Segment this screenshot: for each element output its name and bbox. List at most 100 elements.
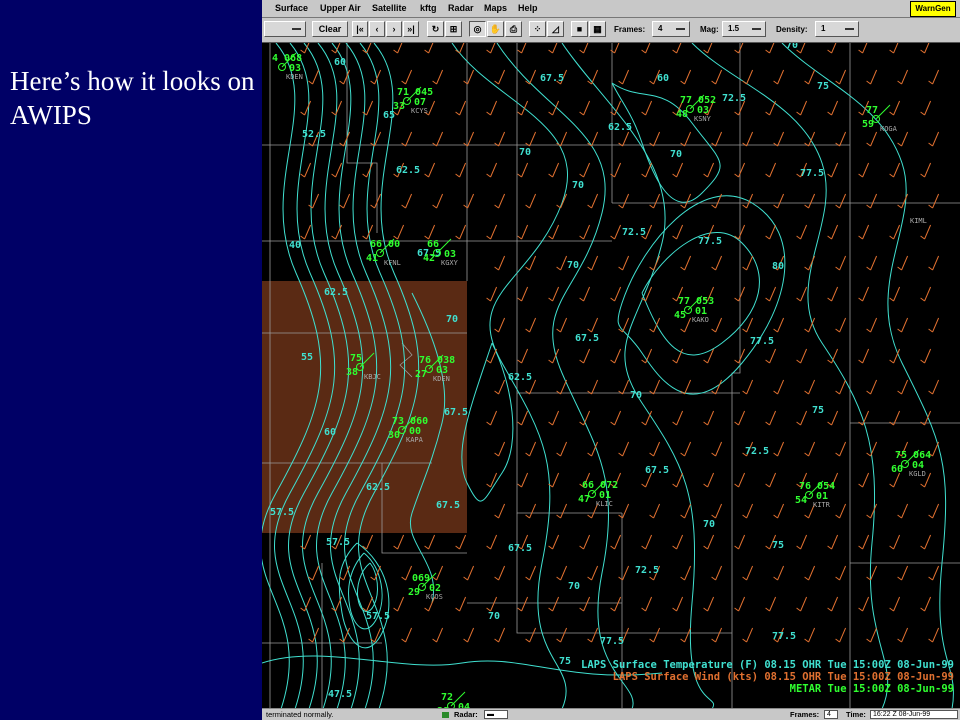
station-id: KGLD — [909, 470, 926, 478]
single-panel-icon[interactable]: ■ — [571, 21, 588, 37]
wind-barb — [587, 131, 599, 147]
wind-barb — [928, 255, 940, 271]
wind-barb — [734, 534, 746, 550]
contour-label: 72.5 — [722, 93, 746, 104]
wind-barb — [711, 503, 723, 519]
metar-station: 77 59 KOGA — [862, 104, 898, 133]
wind-barb — [672, 596, 684, 612]
mag-select[interactable]: 1.5 — [722, 21, 766, 37]
toolbar: Clear |« ‹ › »| ↻ ⊞ ◎ ✋ ⎙ ⁘ ◿ ■ ▦ Frames… — [262, 18, 960, 43]
wind-barb — [579, 43, 589, 54]
next-frame-icon[interactable]: › — [386, 21, 402, 37]
contour-label: 77.5 — [772, 631, 796, 642]
menu-help[interactable]: Help — [518, 3, 538, 13]
contour-label: 77.5 — [698, 236, 722, 247]
map-canvas[interactable]: 70 60 67.5 60 75 72.5 65 62.5 52.5 70 70 62.5 77.5 70… — [262, 43, 960, 709]
wind-barb — [742, 69, 754, 85]
wind-barb — [920, 534, 932, 550]
wind-barb — [300, 534, 312, 550]
wind-barb — [672, 348, 684, 364]
pan-icon[interactable]: ✋ — [487, 21, 504, 37]
contour-label: 72.5 — [622, 227, 646, 238]
contour-label: 67.5 — [508, 543, 532, 554]
wind-barb — [556, 503, 568, 519]
wind-barb — [703, 43, 713, 54]
loop-icon[interactable]: ↻ — [427, 21, 444, 37]
wind-barb — [525, 503, 537, 519]
wind-barb — [649, 441, 661, 457]
print-icon[interactable]: ⎙ — [505, 21, 522, 37]
wind-barb — [517, 224, 529, 240]
wind-barb — [641, 410, 653, 426]
wind-barb — [928, 379, 940, 395]
wind-barb — [610, 224, 622, 240]
wind-barb — [486, 596, 498, 612]
clear-button[interactable]: Clear — [312, 21, 348, 37]
four-panel-icon[interactable]: ▦ — [589, 21, 606, 37]
prev-frame-icon[interactable]: ‹ — [369, 21, 385, 37]
radar-select[interactable]: ▬ — [484, 710, 508, 719]
wind-barb — [928, 503, 940, 519]
contour-label: 60 — [334, 57, 346, 68]
wind-barb — [463, 69, 475, 85]
contour-label: 57.5 — [270, 507, 294, 518]
wind-barb — [711, 441, 723, 457]
wind-barb — [393, 224, 405, 240]
map-svg: 706067.5 607572.56562.552.570 7062.5 77.570… — [262, 43, 960, 709]
wind-barb — [525, 69, 537, 85]
station-id: KAPA — [406, 436, 424, 444]
contour-label: 62.5 — [366, 482, 390, 493]
menu-upper-air[interactable]: Upper Air — [320, 3, 361, 13]
product-selector[interactable] — [264, 21, 306, 37]
wind-barb — [796, 534, 808, 550]
wind-barb — [796, 100, 808, 116]
baseline-icon[interactable]: ◿ — [547, 21, 564, 37]
wind-barb — [641, 100, 653, 116]
wind-barb — [742, 503, 754, 519]
contour-label: 70 — [572, 180, 584, 191]
wind-barb — [463, 193, 475, 209]
wind-barb — [866, 565, 878, 581]
warngen-button[interactable]: WarnGen — [910, 1, 956, 17]
wind-barb — [889, 224, 901, 240]
wind-barb — [494, 565, 506, 581]
metar-station: 71 0450733 KCYS — [393, 86, 433, 115]
density-select[interactable]: 1 — [815, 21, 859, 37]
contour-label: 75 — [559, 656, 571, 667]
wind-barb — [370, 627, 382, 643]
wind-barb — [804, 69, 816, 85]
contour-label: 57.5 — [326, 537, 350, 548]
wind-barb — [765, 224, 777, 240]
menu-maps[interactable]: Maps — [484, 3, 507, 13]
points-icon[interactable]: ⁘ — [529, 21, 546, 37]
wind-barb — [858, 348, 870, 364]
first-frame-icon[interactable]: |« — [352, 21, 368, 37]
metar-station: 660342 KGXY — [423, 238, 459, 267]
radar-label: Radar: — [454, 710, 478, 719]
metar-station: 720439KPUB — [437, 691, 470, 709]
menu-kftg[interactable]: kftg — [420, 3, 437, 13]
wind-barb — [494, 317, 506, 333]
station-id: KITR — [813, 501, 831, 509]
menu-radar[interactable]: Radar — [448, 3, 474, 13]
wind-barb — [835, 441, 847, 457]
wind-barb — [401, 627, 413, 643]
station-dewpoint: 27 — [415, 369, 427, 380]
wind-barb — [486, 43, 496, 54]
swap-icon[interactable]: ⊞ — [445, 21, 462, 37]
station-id: KCOS — [426, 593, 443, 601]
wind-barb — [432, 193, 444, 209]
last-frame-icon[interactable]: »| — [403, 21, 419, 37]
wind-barb — [517, 472, 529, 488]
wind-barb — [308, 193, 320, 209]
wind-barb — [618, 379, 630, 395]
wind-barb — [517, 100, 529, 116]
frames-select[interactable]: 4 — [652, 21, 690, 37]
wind-barb — [649, 503, 661, 519]
menu-surface[interactable]: Surface — [275, 3, 308, 13]
wind-barb — [463, 131, 475, 147]
contour-label: 40 — [289, 240, 301, 251]
wind-barb — [610, 534, 622, 550]
zoom-icon[interactable]: ◎ — [469, 21, 486, 37]
menu-satellite[interactable]: Satellite — [372, 3, 407, 13]
